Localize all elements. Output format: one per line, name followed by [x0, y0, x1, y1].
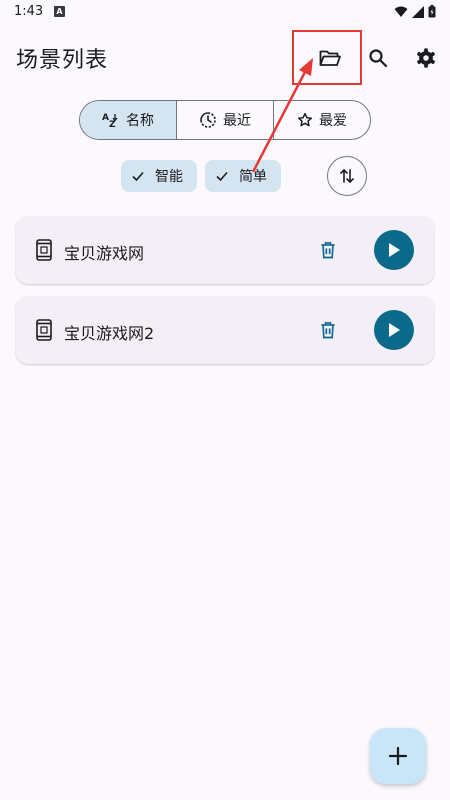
clock-icon: [200, 112, 216, 128]
settings-button[interactable]: [408, 40, 444, 76]
chip-label: 简单: [239, 169, 267, 185]
trash-icon: [321, 242, 335, 259]
check-icon: [216, 171, 228, 182]
check-icon: [132, 171, 144, 182]
status-bar: 1:43 A: [0, 0, 450, 24]
phone-icon: [36, 319, 52, 341]
play-button[interactable]: [374, 230, 414, 270]
search-icon: [369, 49, 388, 68]
chip-smart[interactable]: 智能: [121, 160, 197, 192]
scene-name: 宝贝游戏网2: [64, 324, 155, 343]
swap-vertical-icon: [340, 168, 354, 184]
tab-sort-favorite[interactable]: 最爱: [273, 101, 370, 139]
battery-icon: [428, 5, 436, 18]
play-icon: [389, 323, 400, 337]
scene-name: 宝贝游戏网: [64, 244, 145, 263]
page-title: 场景列表: [16, 48, 109, 73]
wifi-icon: [394, 6, 408, 17]
signal-icon: [412, 5, 424, 18]
search-button[interactable]: [360, 40, 396, 76]
chip-simple[interactable]: 简单: [205, 160, 281, 192]
play-icon: [389, 243, 400, 257]
svg-text:A: A: [102, 113, 109, 123]
status-notification-badge: A: [54, 6, 65, 17]
tab-label: 名称: [126, 113, 154, 129]
status-icons: [394, 5, 436, 18]
phone-icon: [36, 239, 52, 261]
star-icon: [297, 112, 313, 127]
plus-icon: [388, 746, 408, 766]
play-button[interactable]: [374, 310, 414, 350]
settings-icon: [417, 48, 435, 68]
add-scene-fab[interactable]: [370, 728, 426, 784]
status-time: 1:43: [14, 4, 44, 19]
tab-sort-recent[interactable]: 最近: [176, 101, 273, 139]
trash-icon: [321, 322, 335, 339]
tab-sort-name[interactable]: A Z 名称: [80, 101, 176, 139]
sort-direction-button[interactable]: [327, 156, 367, 196]
highlight-box: [292, 30, 362, 85]
scene-card[interactable]: 宝贝游戏网: [16, 216, 434, 284]
sort-segmented-control: A Z 名称 最近 最爱: [79, 100, 371, 140]
chip-label: 智能: [155, 169, 183, 185]
tab-label: 最爱: [319, 113, 347, 129]
delete-button[interactable]: [318, 240, 338, 264]
sort-az-icon: A Z: [102, 113, 118, 128]
tab-label: 最近: [223, 113, 251, 129]
delete-button[interactable]: [318, 320, 338, 344]
scene-card[interactable]: 宝贝游戏网2: [16, 296, 434, 364]
